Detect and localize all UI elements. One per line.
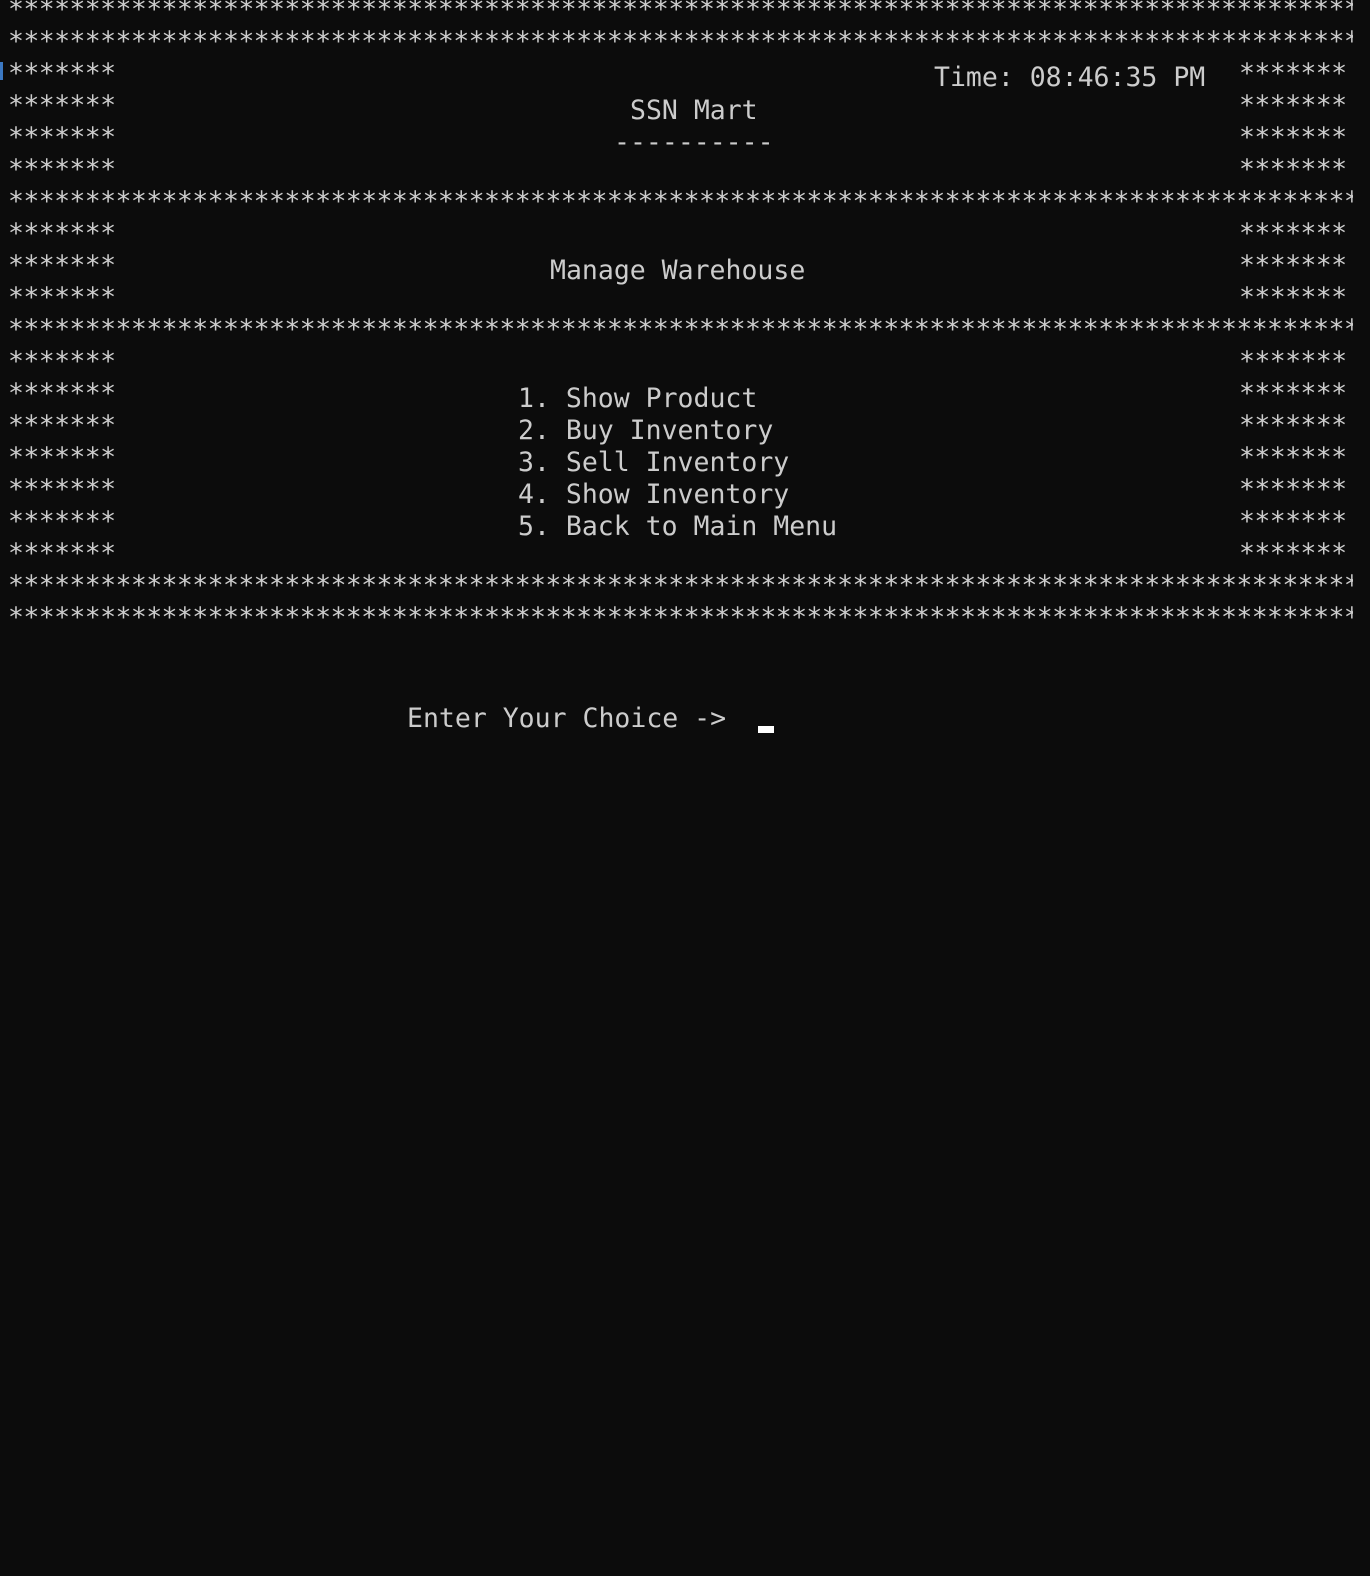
section-title: Manage Warehouse <box>550 255 806 286</box>
border-side-left: ******* <box>8 250 116 281</box>
border-side-left: ******* <box>8 122 116 153</box>
console-window[interactable]: ****************************************… <box>0 0 1370 788</box>
border-divider-1: ****************************************… <box>8 186 1353 217</box>
border-side-right: ******* <box>1239 346 1347 377</box>
border-side-left: ******* <box>8 378 116 409</box>
border-side-left: ******* <box>8 506 116 537</box>
border-side-right: ******* <box>1239 218 1347 249</box>
border-side-right: ******* <box>1239 58 1347 89</box>
time-display: Time: 08:46:35 PM <box>934 62 1206 93</box>
border-side-right: ******* <box>1239 122 1347 153</box>
app-title-underline: ---------- <box>614 127 774 158</box>
input-cursor[interactable] <box>758 726 774 733</box>
border-side-left: ******* <box>8 58 116 89</box>
border-side-left: ******* <box>8 90 116 121</box>
border-side-right: ******* <box>1239 474 1347 505</box>
border-side-right: ******* <box>1239 538 1347 569</box>
border-side-right: ******* <box>1239 90 1347 121</box>
border-side-left: ******* <box>8 282 116 313</box>
border-side-right: ******* <box>1239 250 1347 281</box>
border-bottom-2: ****************************************… <box>8 602 1353 633</box>
border-side-left: ******* <box>8 218 116 249</box>
choice-prompt: Enter Your Choice -> <box>407 703 727 734</box>
border-top-1: ****************************************… <box>8 0 1353 25</box>
menu-item-show-inventory: 4. Show Inventory <box>518 479 790 510</box>
border-side-right: ******* <box>1239 282 1347 313</box>
border-side-right: ******* <box>1239 410 1347 441</box>
menu-item-back-to-main-menu: 5. Back to Main Menu <box>518 511 838 542</box>
border-side-left: ******* <box>8 154 116 185</box>
menu-item-sell-inventory: 3. Sell Inventory <box>518 447 790 478</box>
window-edge-accent <box>0 62 3 80</box>
border-side-left: ******* <box>8 474 116 505</box>
menu-item-show-product: 1. Show Product <box>518 383 758 414</box>
border-side-left: ******* <box>8 410 116 441</box>
border-side-right: ******* <box>1239 378 1347 409</box>
border-side-left: ******* <box>8 346 116 377</box>
border-side-right: ******* <box>1239 506 1347 537</box>
border-top-2: ****************************************… <box>8 26 1353 57</box>
border-bottom-1: ****************************************… <box>8 570 1353 601</box>
menu-item-buy-inventory: 2. Buy Inventory <box>518 415 774 446</box>
border-side-right: ******* <box>1239 154 1347 185</box>
border-side-left: ******* <box>8 442 116 473</box>
border-divider-2: ****************************************… <box>8 314 1353 345</box>
border-side-right: ******* <box>1239 442 1347 473</box>
app-title: SSN Mart <box>630 95 758 126</box>
border-side-left: ******* <box>8 538 116 569</box>
